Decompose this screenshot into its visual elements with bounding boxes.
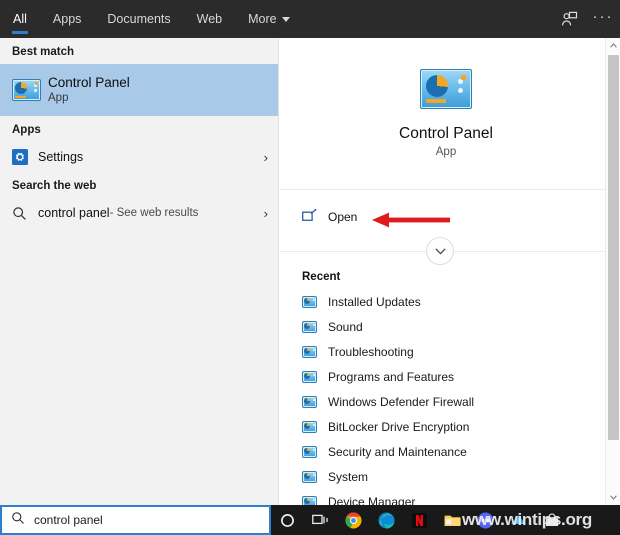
results-list-column: Best match Control Panel App Apps Settin… (0, 38, 279, 505)
result-item-web-search[interactable]: control panel - See web results › (0, 198, 278, 228)
recent-list: Installed Updates Sound Troubleshooting … (280, 289, 612, 514)
result-item-settings[interactable]: Settings › (0, 142, 278, 172)
scrollbar-thumb[interactable] (608, 55, 619, 440)
list-item[interactable]: Sound (280, 314, 612, 339)
result-item-control-panel[interactable]: Control Panel App (0, 64, 278, 116)
chrome-icon[interactable] (337, 505, 370, 535)
file-explorer-icon[interactable] (436, 505, 469, 535)
netflix-icon[interactable] (403, 505, 436, 535)
tab-apps-label: Apps (52, 12, 82, 26)
list-item[interactable]: Programs and Features (280, 364, 612, 389)
apps-header: Apps (12, 124, 41, 136)
preview-scrollbar[interactable] (605, 38, 620, 505)
control-panel-icon (302, 420, 328, 433)
person-share-icon[interactable] (552, 0, 586, 38)
list-item-label: Installed Updates (328, 294, 421, 309)
list-item-label: System (328, 469, 369, 484)
preview-header: Control Panel App (280, 38, 612, 190)
tab-apps[interactable]: Apps (40, 0, 95, 38)
search-input[interactable]: control panel (0, 505, 271, 535)
preview-title: Control Panel (399, 125, 493, 142)
control-panel-icon (420, 69, 472, 109)
preview-actions: Open (280, 199, 612, 265)
settings-label: Settings (38, 150, 84, 164)
annotation-arrow-icon (372, 212, 450, 228)
control-panel-icon (302, 470, 328, 483)
open-label: Open (328, 210, 358, 224)
expand-more-button[interactable] (426, 237, 454, 265)
tab-more-label: More (248, 12, 277, 26)
list-item[interactable]: System (280, 464, 612, 489)
search-input-value: control panel (34, 513, 103, 527)
control-panel-icon (302, 345, 328, 358)
chevron-down-icon (434, 247, 446, 255)
tab-web-label: Web (196, 12, 223, 26)
search-icon (11, 511, 25, 530)
tab-documents[interactable]: Documents (94, 0, 183, 38)
control-panel-icon (302, 395, 328, 408)
list-item-label: Security and Maintenance (328, 444, 467, 459)
more-options-button[interactable]: ··· (586, 0, 620, 38)
list-item[interactable]: Troubleshooting (280, 339, 612, 364)
list-item[interactable]: Windows Defender Firewall (280, 389, 612, 414)
control-panel-icon (12, 79, 48, 101)
control-panel-icon (302, 295, 328, 308)
microsoft-store-icon[interactable] (535, 505, 568, 535)
ellipsis-icon: ··· (592, 7, 614, 25)
tab-all[interactable]: All (0, 0, 40, 38)
discord-icon[interactable] (469, 505, 502, 535)
list-item[interactable]: Installed Updates (280, 289, 612, 314)
search-filter-tabbar: All Apps Documents Web More ··· (0, 0, 620, 38)
tab-documents-label: Documents (107, 12, 171, 26)
search-results-flyout: All Apps Documents Web More ··· Best mat… (0, 0, 620, 509)
tab-more[interactable]: More (235, 0, 302, 38)
web-search-tail: - See web results (109, 207, 199, 219)
best-match-header: Best match (12, 46, 74, 58)
tab-web[interactable]: Web (184, 0, 235, 38)
scroll-up-icon[interactable] (606, 38, 620, 53)
taskbar-icons (271, 505, 568, 535)
chevron-down-icon (281, 16, 290, 22)
web-search-query: control panel (38, 206, 110, 220)
list-item[interactable]: BitLocker Drive Encryption (280, 414, 612, 439)
taskbar: control panel (0, 505, 620, 535)
app-preview-panel: Control Panel App Open Recent Installed … (280, 38, 612, 509)
list-item-label: Windows Defender Firewall (328, 394, 475, 409)
search-icon (12, 206, 38, 221)
list-item-label: BitLocker Drive Encryption (328, 419, 470, 434)
control-panel-icon (302, 370, 328, 383)
list-item-label: Troubleshooting (328, 344, 414, 359)
onedrive-icon[interactable] (502, 505, 535, 535)
list-item[interactable]: Security and Maintenance (280, 439, 612, 464)
start-menu-search-screen: All Apps Documents Web More ··· Best mat… (0, 0, 620, 535)
best-match-title: Control Panel (48, 75, 130, 90)
tab-all-label: All (13, 12, 27, 26)
cortana-icon[interactable] (271, 505, 304, 535)
settings-gear-icon (12, 149, 38, 165)
chevron-right-icon[interactable]: › (264, 206, 268, 221)
control-panel-icon (302, 320, 328, 333)
scroll-down-icon[interactable] (606, 490, 620, 505)
control-panel-icon (302, 445, 328, 458)
task-view-icon[interactable] (304, 505, 337, 535)
list-item-label: Programs and Features (328, 369, 455, 384)
chevron-right-icon[interactable]: › (264, 150, 268, 165)
list-item-label: Sound (328, 319, 363, 334)
search-web-header: Search the web (12, 180, 97, 192)
preview-subtitle: App (435, 146, 457, 158)
best-match-subtitle: App (48, 92, 69, 104)
edge-icon[interactable] (370, 505, 403, 535)
open-in-window-icon (302, 208, 328, 226)
